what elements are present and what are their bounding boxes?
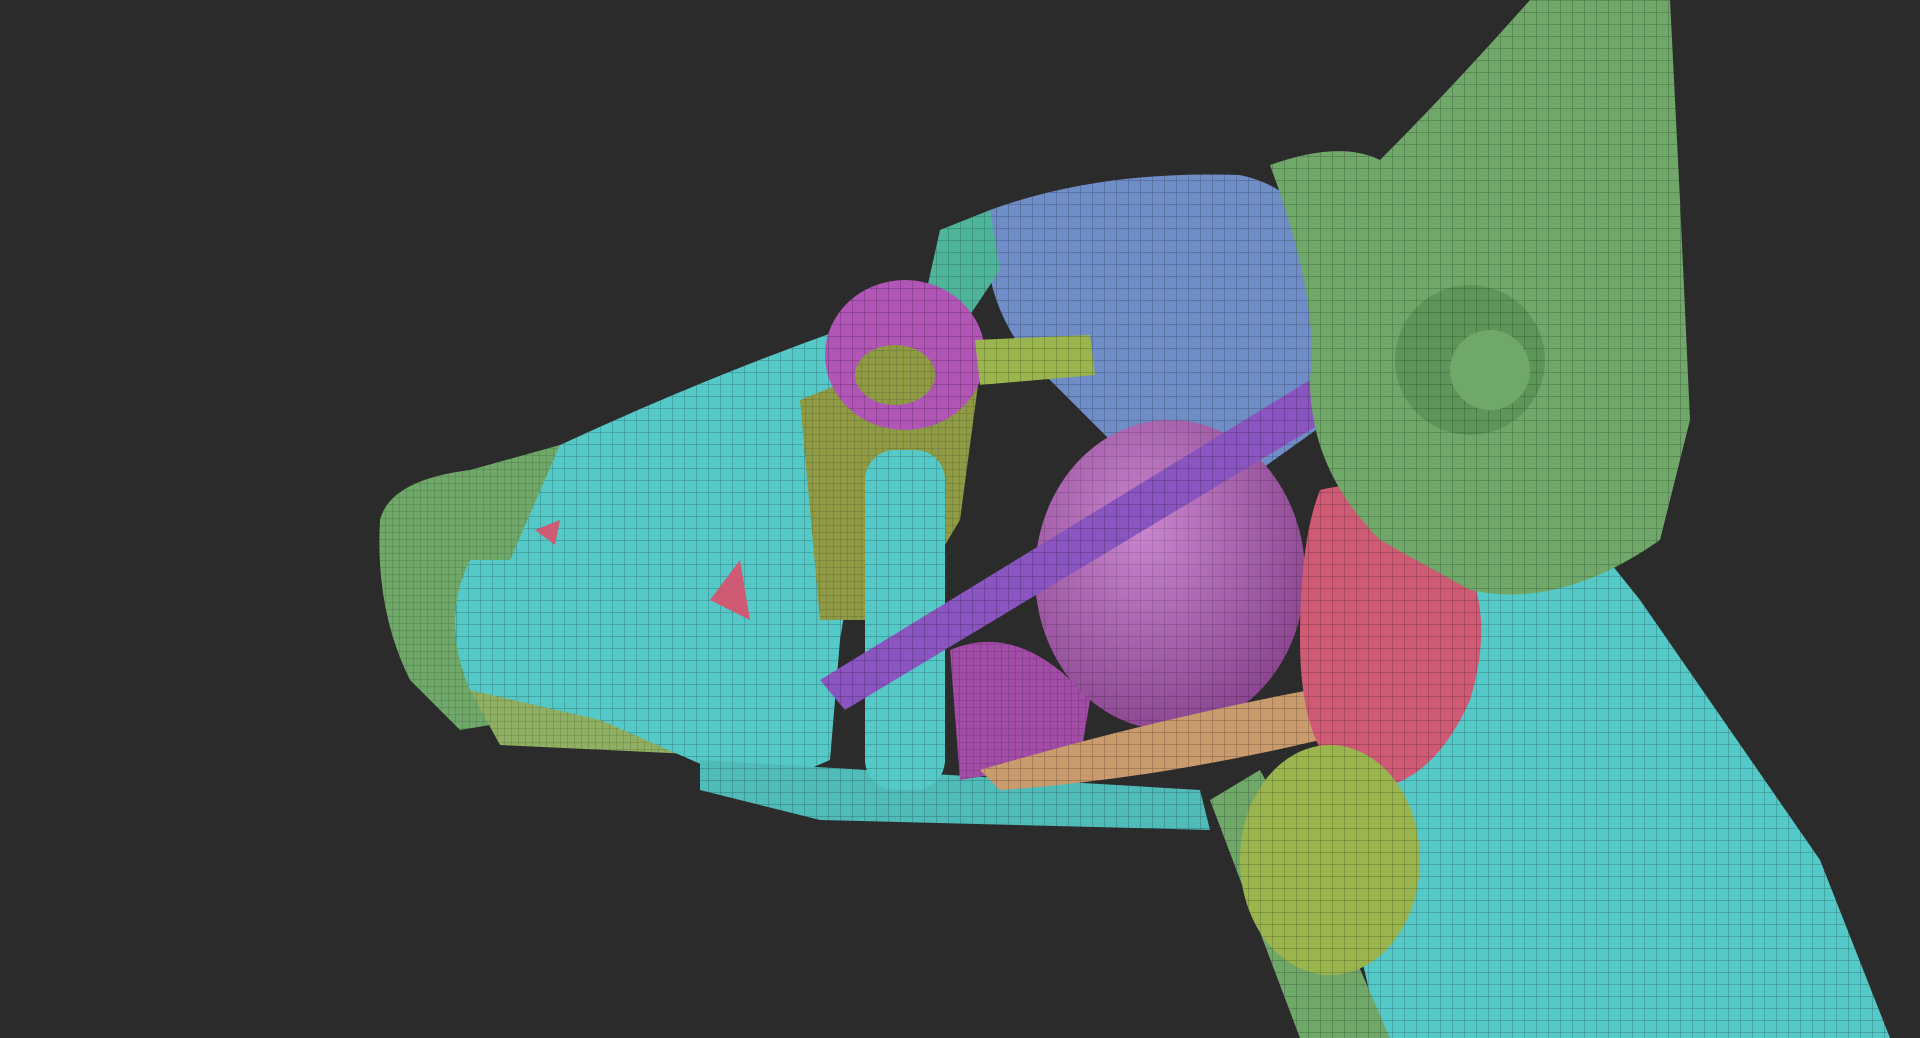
- lymph-node-lime: [1240, 745, 1420, 975]
- sculpt-canvas: [379, 0, 1890, 1038]
- 3d-viewport[interactable]: [0, 0, 1920, 1038]
- eye-orbit-magenta: [825, 280, 985, 430]
